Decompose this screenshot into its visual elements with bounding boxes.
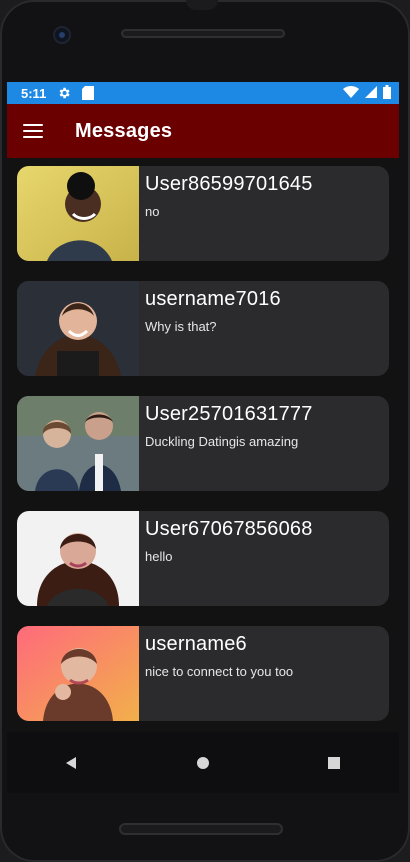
message-info: username7016 Why is that? <box>139 281 389 376</box>
settings-icon <box>56 85 72 101</box>
battery-icon <box>383 85 391 102</box>
avatar <box>17 626 139 721</box>
sd-card-icon <box>80 85 96 101</box>
message-preview: no <box>145 204 160 219</box>
system-nav-bar <box>7 732 399 793</box>
message-preview: Why is that? <box>145 319 217 334</box>
home-circle-icon[interactable] <box>191 751 215 775</box>
message-info: User86599701645 no <box>139 166 389 261</box>
front-camera <box>53 26 71 44</box>
top-notch <box>186 0 218 10</box>
username: User25701631777 <box>145 403 313 425</box>
message-preview: nice to connect to you too <box>145 664 294 679</box>
page-title: Messages <box>75 119 173 142</box>
message-preview: Duckling Datingis amazing <box>145 434 299 449</box>
phone-frame: 5:11 Messages User86599701645 no usernam… <box>0 0 410 862</box>
wifi-icon <box>343 85 359 102</box>
avatar <box>17 511 139 606</box>
message-item[interactable]: User86599701645 no <box>17 166 389 261</box>
message-preview: hello <box>145 549 173 564</box>
bottom-speaker <box>119 823 283 835</box>
signal-icon <box>365 86 377 101</box>
hamburger-menu-icon[interactable] <box>23 124 43 138</box>
username: User67067856068 <box>145 518 313 540</box>
message-item[interactable]: User67067856068 hello <box>17 511 389 606</box>
message-item[interactable]: username7016 Why is that? <box>17 281 389 376</box>
status-bar: 5:11 <box>7 82 399 104</box>
username: username7016 <box>145 288 281 310</box>
earpiece-speaker <box>121 29 285 38</box>
message-item[interactable]: User25701631777 Duckling Datingis amazin… <box>17 396 389 491</box>
avatar <box>17 166 139 261</box>
app-bar: Messages <box>7 104 399 158</box>
avatar <box>17 281 139 376</box>
avatar <box>17 396 139 491</box>
messages-list: User86599701645 no username7016 Why is t… <box>7 158 399 721</box>
back-triangle-icon[interactable] <box>60 751 84 775</box>
message-info: User67067856068 hello <box>139 511 389 606</box>
message-item[interactable]: username6 nice to connect to you too <box>17 626 389 721</box>
screen: 5:11 Messages User86599701645 no usernam… <box>7 82 399 793</box>
username: User86599701645 <box>145 173 313 195</box>
status-time: 5:11 <box>21 85 47 101</box>
message-info: username6 nice to connect to you too <box>139 626 389 721</box>
message-info: User25701631777 Duckling Datingis amazin… <box>139 396 389 491</box>
recents-square-icon[interactable] <box>322 751 346 775</box>
username: username6 <box>145 633 247 655</box>
